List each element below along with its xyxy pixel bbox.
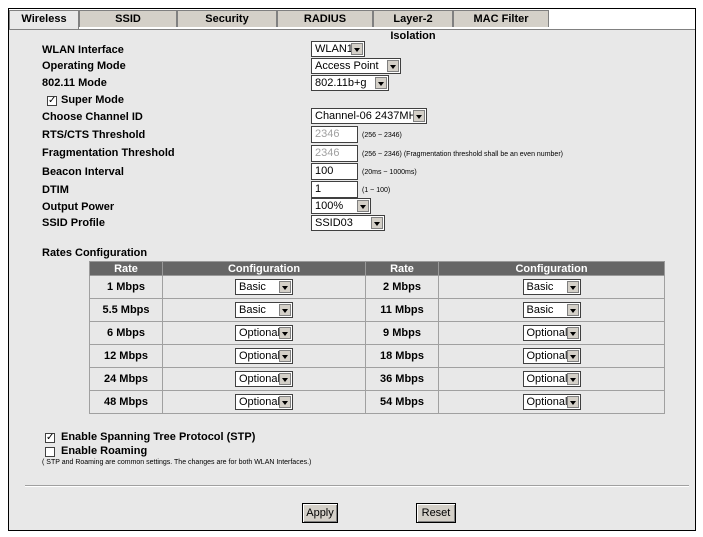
output-power-select[interactable]: 100% xyxy=(311,198,371,214)
tab-bar: Wireless SSID Security RADIUS Layer-2 Is… xyxy=(9,9,695,42)
rate-config-select[interactable]: Basic xyxy=(235,302,293,318)
chevron-down-icon xyxy=(413,110,425,122)
table-row: 48 Mbps Optional 54 Mbps Optional xyxy=(89,390,665,414)
beacon-hint: (20ms ~ 1000ms) xyxy=(362,169,417,176)
frag-hint: (256 ~ 2346) (Fragmentation threshold sh… xyxy=(362,151,563,158)
roaming-label: Enable Roaming xyxy=(61,445,148,457)
common-settings-note: ( STP and Roaming are common settings. T… xyxy=(42,459,312,466)
beacon-input[interactable]: 100 xyxy=(311,163,358,180)
rates-title: Rates Configuration xyxy=(42,247,148,259)
chevron-down-icon xyxy=(566,350,579,362)
rate-cell: 5.5 Mbps xyxy=(89,298,163,322)
rts-label: RTS/CTS Threshold xyxy=(42,129,146,141)
rate-config-select[interactable]: Basic xyxy=(235,279,293,295)
beacon-label: Beacon Interval xyxy=(42,166,124,178)
rate-cell: 2 Mbps xyxy=(365,275,439,299)
rate-cell: 9 Mbps xyxy=(365,321,439,345)
chevron-down-icon xyxy=(279,327,291,339)
dtim-label: DTIM xyxy=(42,184,69,196)
table-row: 12 Mbps Optional 18 Mbps Optional xyxy=(89,344,665,368)
chevron-down-icon xyxy=(279,373,291,385)
rate-cell: 6 Mbps xyxy=(89,321,163,345)
super-mode-label: Super Mode xyxy=(61,94,124,106)
dtim-hint: (1 ~ 100) xyxy=(362,187,391,194)
configuration-header: Configuration xyxy=(162,261,366,276)
chevron-down-icon xyxy=(566,327,579,339)
rates-table: Rate Configuration Rate Configuration 1 … xyxy=(89,261,665,414)
chevron-down-icon xyxy=(351,43,363,55)
stp-checkbox[interactable]: ✓ xyxy=(45,433,55,443)
tab-radius[interactable]: RADIUS xyxy=(277,10,373,27)
chevron-down-icon xyxy=(566,396,579,408)
rate-config-select[interactable]: Optional xyxy=(235,394,293,410)
chevron-down-icon xyxy=(279,281,291,293)
rate-cell: 18 Mbps xyxy=(365,344,439,368)
ssid-profile-label: SSID Profile xyxy=(42,217,105,229)
rate-cell: 48 Mbps xyxy=(89,390,163,414)
stp-label: Enable Spanning Tree Protocol (STP) xyxy=(61,431,256,443)
table-row: 24 Mbps Optional 36 Mbps Optional xyxy=(89,367,665,391)
rate-config-select[interactable]: Optional xyxy=(235,371,293,387)
output-power-label: Output Power xyxy=(42,201,115,213)
chevron-down-icon xyxy=(279,304,291,316)
roaming-checkbox[interactable] xyxy=(45,447,55,457)
chevron-down-icon xyxy=(279,396,291,408)
mode-80211-label: 802.11 Mode xyxy=(42,77,107,89)
chevron-down-icon xyxy=(566,304,579,316)
tab-wireless[interactable]: Wireless xyxy=(9,10,79,29)
rate-header: Rate xyxy=(89,261,163,276)
rate-config-select[interactable]: Basic xyxy=(522,279,581,295)
rts-hint: (256 ~ 2346) xyxy=(362,132,402,139)
wlan-interface-label: WLAN Interface xyxy=(42,44,124,56)
rate-config-select[interactable]: Optional xyxy=(522,371,581,387)
rate-config-select[interactable]: Optional xyxy=(522,348,581,364)
rate-cell: 1 Mbps xyxy=(89,275,163,299)
reset-button[interactable]: Reset xyxy=(416,503,456,523)
chevron-down-icon xyxy=(371,217,383,229)
chevron-down-icon xyxy=(387,60,399,72)
chevron-down-icon xyxy=(279,350,291,362)
rate-cell: 54 Mbps xyxy=(365,390,439,414)
rts-input[interactable]: 2346 xyxy=(311,126,358,143)
tab-layer2-isolation[interactable]: Layer-2 Isolation xyxy=(373,10,453,42)
rate-config-select[interactable]: Optional xyxy=(522,325,581,341)
channel-label: Choose Channel ID xyxy=(42,111,143,123)
frag-input[interactable]: 2346 xyxy=(311,145,358,162)
wlan-interface-select[interactable]: WLAN1 xyxy=(311,41,365,57)
rate-config-select[interactable]: Optional xyxy=(522,394,581,410)
frag-label: Fragmentation Threshold xyxy=(42,147,175,159)
rate-cell: 24 Mbps xyxy=(89,367,163,391)
rate-config-select[interactable]: Optional xyxy=(235,325,293,341)
super-mode-checkbox[interactable]: ✓ xyxy=(47,96,57,106)
rate-cell: 36 Mbps xyxy=(365,367,439,391)
rate-cell: 11 Mbps xyxy=(365,298,439,322)
rate-header: Rate xyxy=(365,261,439,276)
rate-config-select[interactable]: Basic xyxy=(522,302,581,318)
apply-button[interactable]: Apply xyxy=(302,503,338,523)
chevron-down-icon xyxy=(357,200,369,212)
table-row: 6 Mbps Optional 9 Mbps Optional xyxy=(89,321,665,345)
dtim-input[interactable]: 1 xyxy=(311,181,358,198)
table-row: 1 Mbps Basic 2 Mbps Basic xyxy=(89,275,665,299)
ssid-profile-select[interactable]: SSID03 xyxy=(311,215,385,231)
mode-80211-select[interactable]: 802.11b+g xyxy=(311,75,389,91)
operating-mode-label: Operating Mode xyxy=(42,60,126,72)
operating-mode-select[interactable]: Access Point xyxy=(311,58,401,74)
wireless-settings-panel: Wireless SSID Security RADIUS Layer-2 Is… xyxy=(8,8,696,531)
rate-config-select[interactable]: Optional xyxy=(235,348,293,364)
rate-cell: 12 Mbps xyxy=(89,344,163,368)
tab-security[interactable]: Security xyxy=(177,10,277,27)
chevron-down-icon xyxy=(566,281,579,293)
chevron-down-icon xyxy=(375,77,387,89)
table-row: 5.5 Mbps Basic 11 Mbps Basic xyxy=(89,298,665,322)
tab-mac-filter[interactable]: MAC Filter xyxy=(453,10,549,27)
channel-select[interactable]: Channel-06 2437MHz xyxy=(311,108,427,124)
divider xyxy=(25,485,689,487)
configuration-header: Configuration xyxy=(438,261,665,276)
tab-ssid[interactable]: SSID xyxy=(79,10,177,27)
chevron-down-icon xyxy=(566,373,579,385)
